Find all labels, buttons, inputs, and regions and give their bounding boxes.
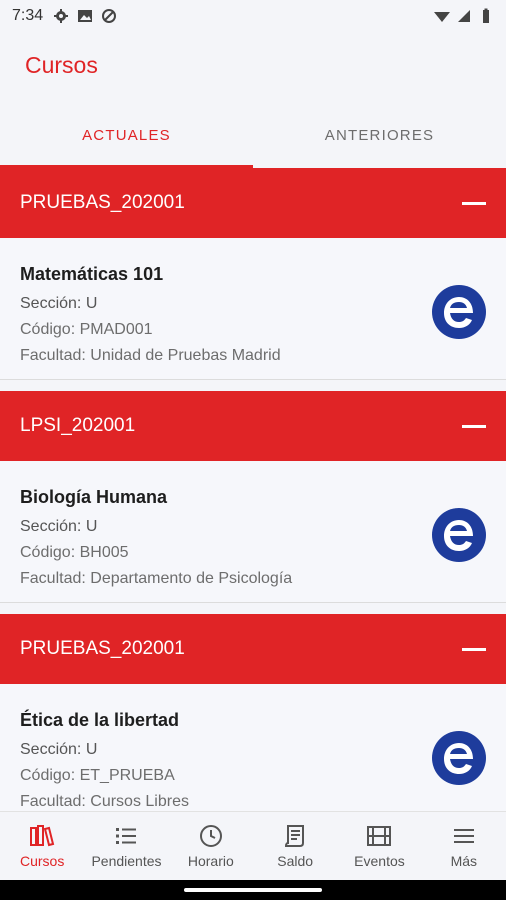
course-faculty: Facultad: Unidad de Pruebas Madrid [20, 347, 281, 364]
nav-item-horario[interactable]: Horario [169, 812, 253, 880]
group-name: PRUEBAS_202001 [20, 192, 185, 213]
course-name: Ética de la libertad [20, 710, 180, 730]
cellular-icon [458, 10, 470, 22]
group-name: PRUEBAS_202001 [20, 638, 185, 659]
group-header[interactable]: PRUEBAS_202001 [0, 168, 506, 238]
clock-icon [199, 825, 222, 847]
nav-label: Cursos [19, 853, 65, 869]
course-faculty: Facultad: Cursos Libres [20, 793, 189, 810]
nav-item-mas[interactable]: Más [422, 812, 506, 880]
nav-item-pendientes[interactable]: Pendientes [84, 812, 168, 880]
course-logo-icon [432, 731, 486, 785]
course-section: Sección: U [20, 295, 98, 312]
tab-anteriores[interactable]: ANTERIORES [253, 102, 506, 168]
no-signal-icon [102, 9, 117, 23]
image-icon [78, 10, 93, 22]
nav-label: Más [450, 853, 478, 869]
nav-label: Horario [187, 853, 234, 869]
gesture-bar [0, 880, 506, 900]
course-name: Biología Humana [20, 487, 168, 507]
collapse-icon[interactable] [462, 647, 486, 651]
group-name: LPSI_202001 [20, 415, 136, 436]
battery-icon [483, 8, 489, 23]
course-logo-icon [432, 508, 486, 562]
nav-item-cursos[interactable]: Cursos [0, 812, 84, 880]
tab-actuales[interactable]: ACTUALES [0, 102, 253, 168]
bottom-nav: Cursos Pendientes Horario Saldo Eventos … [0, 811, 506, 880]
status-bar: 7:34 [0, 0, 506, 32]
course-card[interactable]: Ética de la libertad Sección: U Código: … [0, 684, 506, 811]
books-icon [30, 825, 55, 847]
course-card[interactable]: Matemáticas 101 Sección: U Código: PMAD0… [0, 238, 506, 380]
course-card[interactable]: Biología Humana Sección: U Código: BH005… [0, 461, 506, 603]
course-section: Sección: U [20, 741, 98, 758]
course-name: Matemáticas 101 [20, 264, 164, 284]
list-icon [116, 828, 137, 844]
app-header: Cursos [0, 32, 506, 102]
course-faculty: Facultad: Departamento de Psicología [20, 570, 293, 587]
status-time: 7:34 [12, 7, 44, 24]
collapse-icon[interactable] [462, 201, 486, 205]
course-logo-icon [432, 285, 486, 339]
group-header[interactable]: PRUEBAS_202001 [0, 614, 506, 684]
page-title: Cursos [25, 52, 98, 78]
menu-icon [453, 829, 474, 843]
course-code: Código: ET_PRUEBA [20, 767, 175, 784]
nav-label: Pendientes [91, 853, 162, 869]
course-code: Código: BH005 [20, 544, 129, 561]
collapse-icon[interactable] [462, 424, 486, 428]
nav-item-eventos[interactable]: Eventos [337, 812, 421, 880]
nav-label: Saldo [277, 853, 314, 869]
group-header[interactable]: LPSI_202001 [0, 391, 506, 461]
film-icon [367, 826, 392, 846]
gear-icon [54, 9, 69, 23]
nav-item-saldo[interactable]: Saldo [253, 812, 337, 880]
receipt-icon [285, 825, 305, 847]
tab-bar: ACTUALES ANTERIORES [0, 102, 506, 168]
course-list[interactable]: PRUEBAS_202001 Matemáticas 101 Sección: … [0, 168, 506, 811]
wifi-icon [434, 12, 450, 22]
course-section: Sección: U [20, 518, 98, 535]
nav-label: Eventos [354, 853, 405, 869]
course-code: Código: PMAD001 [20, 321, 153, 338]
home-gesture-handle[interactable] [184, 888, 322, 892]
